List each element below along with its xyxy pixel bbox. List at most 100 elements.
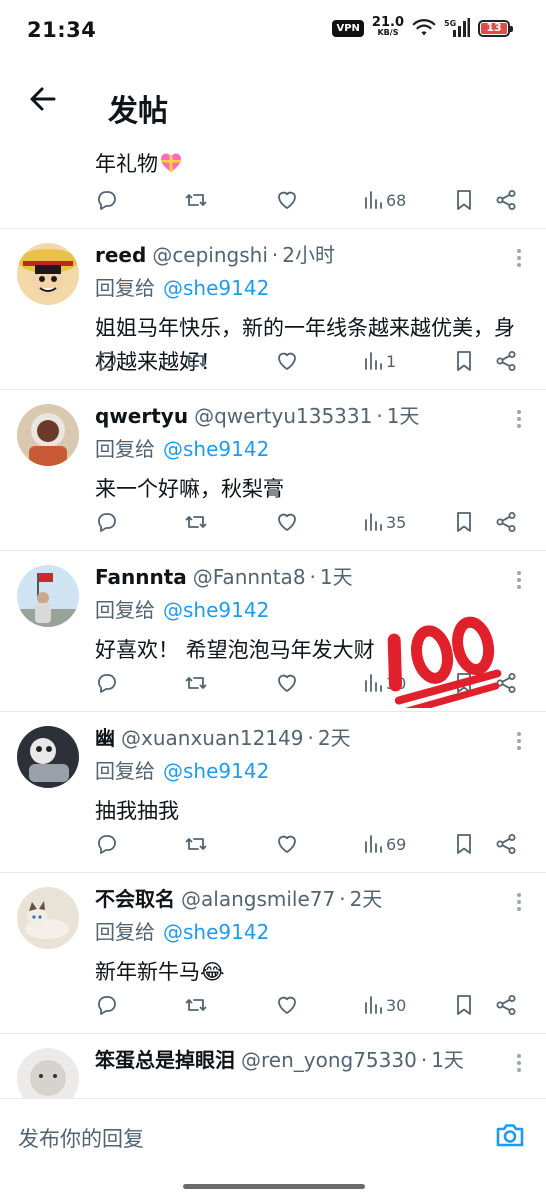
post-text-content: 年礼物 [95, 152, 158, 176]
avatar[interactable] [17, 1048, 79, 1098]
display-name[interactable]: Fannnta [95, 565, 187, 589]
reply-icon [98, 996, 116, 1015]
retweet-button[interactable] [184, 508, 208, 536]
retweet-button[interactable] [184, 347, 208, 375]
views-button[interactable]: 35 [362, 508, 406, 536]
reply-button[interactable] [95, 830, 119, 858]
views-button[interactable]: 30 [362, 991, 406, 1019]
mention-link[interactable]: @she9142 [163, 759, 269, 783]
user-handle[interactable]: @qwertyu135331 [194, 404, 372, 428]
user-handle[interactable]: @Fannnta8 [193, 565, 306, 589]
bookmark-button[interactable] [452, 186, 476, 214]
reply-item[interactable]: 不会取名 @alangsmile77 · 2天 回复给 @she9142 新年新牛马😂 … [0, 873, 546, 1034]
display-name[interactable]: 不会取名 [95, 887, 175, 911]
speed-value: 21.0 [371, 15, 404, 30]
action-bar: 68 [95, 186, 522, 214]
avatar[interactable] [17, 565, 79, 627]
share-button[interactable] [494, 186, 518, 214]
mention-link[interactable]: @she9142 [163, 437, 269, 461]
more-options-icon[interactable] [516, 732, 522, 750]
more-options-icon[interactable] [516, 249, 522, 267]
timestamp: 2天 [349, 887, 383, 911]
reply-input[interactable]: 发布你的回复 [18, 1123, 144, 1153]
timestamp: 1天 [386, 404, 420, 428]
views-button[interactable]: 1 [362, 347, 396, 375]
retweet-button[interactable] [184, 991, 208, 1019]
mention-link[interactable]: @she9142 [163, 920, 269, 944]
back-arrow-icon[interactable] [28, 84, 58, 114]
retweet-icon [185, 516, 207, 528]
mention-link[interactable]: @she9142 [163, 276, 269, 300]
like-button[interactable] [275, 669, 299, 697]
like-button[interactable] [275, 508, 299, 536]
like-button[interactable] [275, 830, 299, 858]
reply-composer[interactable]: 发布你的回复 [0, 1098, 546, 1169]
reply-item[interactable]: reed @cepingshi · 2小时 回复给 @she9142 姐姐马年快乐，新的… [0, 229, 546, 390]
share-button[interactable] [494, 508, 518, 536]
avatar[interactable] [17, 243, 79, 305]
reply-item[interactable]: 幽 @xuanxuan12149 · 2天 回复给 @she9142 抽我抽我 69 [0, 712, 546, 873]
reply-header: reed @cepingshi · 2小时 [95, 241, 486, 269]
reply-context: 回复给 @she9142 [95, 757, 269, 785]
separator-dot: · [376, 404, 383, 428]
reply-context: 回复给 @she9142 [95, 435, 269, 463]
status-icons: VPN 21.0 KB/S 5G 13 [332, 15, 513, 38]
user-handle[interactable]: @xuanxuan12149 [121, 726, 304, 750]
reply-button[interactable] [95, 991, 119, 1019]
user-handle[interactable]: @ren_yong75330 [241, 1048, 417, 1072]
display-name[interactable]: 幽 [95, 726, 115, 750]
reply-button[interactable] [95, 669, 119, 697]
share-button[interactable] [494, 830, 518, 858]
camera-icon[interactable] [494, 1119, 526, 1151]
more-options-icon[interactable] [516, 1054, 522, 1072]
post-partial[interactable]: 年礼物 68 [0, 142, 546, 229]
share-button[interactable] [494, 347, 518, 375]
reply-button[interactable] [95, 508, 119, 536]
gesture-bar[interactable] [183, 1184, 365, 1189]
views-icon [365, 835, 382, 853]
bookmark-icon [457, 834, 471, 854]
reply-header: 幽 @xuanxuan12149 · 2天 [95, 724, 486, 752]
reply-button[interactable] [95, 186, 119, 214]
reply-item[interactable]: 笨蛋总是掉眼泪 @ren_yong75330 · 1天 [0, 1034, 546, 1098]
like-button[interactable] [275, 991, 299, 1019]
user-handle[interactable]: @alangsmile77 [181, 887, 335, 911]
retweet-icon [185, 838, 207, 850]
views-count: 35 [386, 512, 407, 532]
more-options-icon[interactable] [516, 410, 522, 428]
user-handle[interactable]: @cepingshi [152, 243, 268, 267]
like-button[interactable] [275, 186, 299, 214]
status-bar: 21:34 VPN 21.0 KB/S 5G 13 [0, 0, 546, 62]
reply-icon [98, 191, 116, 210]
battery-icon: 13 [478, 19, 513, 37]
retweet-button[interactable] [184, 669, 208, 697]
share-button[interactable] [494, 991, 518, 1019]
like-button[interactable] [275, 347, 299, 375]
bookmark-button[interactable] [452, 991, 476, 1019]
bookmark-button[interactable] [452, 347, 476, 375]
share-icon [496, 351, 516, 371]
more-options-icon[interactable] [516, 571, 522, 589]
avatar[interactable] [17, 887, 79, 949]
reply-label: 回复给 [95, 437, 155, 461]
views-count: 30 [386, 995, 407, 1015]
retweet-icon [185, 677, 207, 689]
reply-button[interactable] [95, 347, 119, 375]
action-bar: 69 [95, 830, 522, 858]
avatar[interactable] [17, 726, 79, 788]
separator-dot: · [309, 565, 316, 589]
views-button[interactable]: 69 [362, 830, 406, 858]
more-options-icon[interactable] [516, 893, 522, 911]
display-name[interactable]: 笨蛋总是掉眼泪 [95, 1048, 235, 1072]
retweet-button[interactable] [184, 186, 208, 214]
bookmark-button[interactable] [452, 508, 476, 536]
reply-item[interactable]: qwertyu @qwertyu135331 · 1天 回复给 @she9142 来一个… [0, 390, 546, 551]
mention-link[interactable]: @she9142 [163, 598, 269, 622]
views-icon [365, 513, 382, 531]
display-name[interactable]: qwertyu [95, 404, 188, 428]
bookmark-button[interactable] [452, 830, 476, 858]
avatar[interactable] [17, 404, 79, 466]
display-name[interactable]: reed [95, 243, 146, 267]
views-button[interactable]: 68 [362, 186, 406, 214]
retweet-button[interactable] [184, 830, 208, 858]
